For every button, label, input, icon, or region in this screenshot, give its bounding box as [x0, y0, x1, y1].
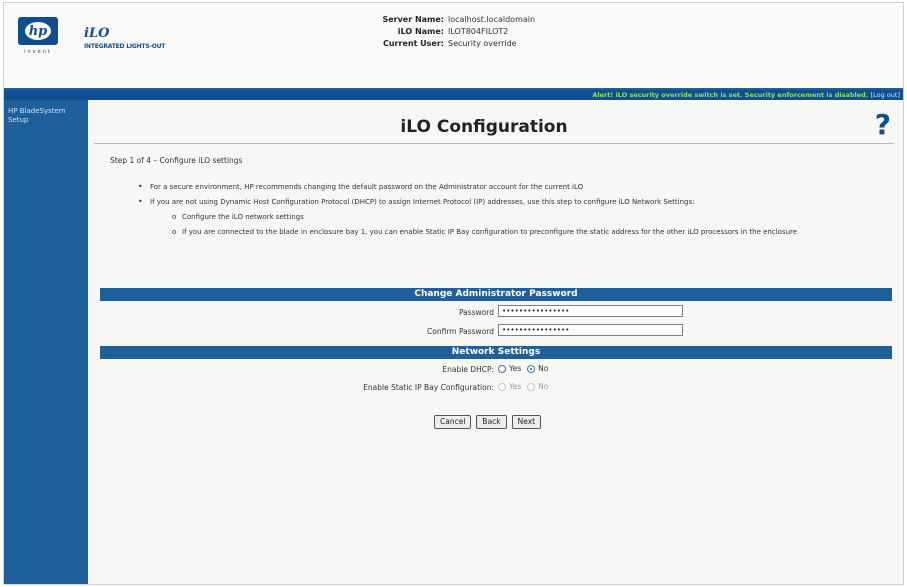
header: hp invent iLO INTEGRATED LIGHTS-OUT Serv…: [4, 3, 903, 91]
wizard-buttons: Cancel Back Next: [434, 415, 542, 429]
circle-bullet-icon: o: [172, 213, 177, 221]
server-name-label: Server Name:: [382, 15, 444, 24]
dhcp-label: Enable DHCP:: [442, 365, 494, 374]
main-content: iLO Configuration ? Step 1 of 4 – Config…: [94, 100, 903, 584]
hp-logo: hp: [18, 17, 58, 45]
instruction-text: If you are connected to the blade in enc…: [182, 228, 798, 236]
current-user-label: Current User:: [382, 39, 444, 48]
ilo-name-value: ILOT804FILOT2: [448, 27, 509, 36]
list-item: • If you are not using Dynamic Host Conf…: [138, 197, 878, 207]
circle-bullet-icon: o: [172, 228, 177, 236]
cancel-button[interactable]: Cancel: [434, 415, 472, 429]
instruction-text: Configure the iLO network settings: [182, 213, 304, 221]
sidebar-item-bladesystem-setup[interactable]: HP BladeSystem Setup: [8, 107, 84, 125]
title-divider: [94, 143, 894, 144]
ilo-logo: iLO: [84, 26, 110, 41]
password-input[interactable]: ••••••••••••••••: [498, 305, 683, 317]
static-ip-yes-label: Yes: [509, 382, 522, 391]
list-item: o Configure the iLO network settings: [172, 212, 878, 222]
current-user-value: Security override: [448, 39, 517, 48]
server-info: Server Name: localhost.localdomain iLO N…: [334, 14, 535, 50]
instruction-text: For a secure environment, HP recommends …: [150, 183, 584, 191]
next-button[interactable]: Next: [511, 415, 542, 429]
dhcp-no-radio[interactable]: [527, 364, 536, 373]
dhcp-yes-radio[interactable]: [498, 364, 506, 373]
static-ip-label: Enable Static IP Bay Configuration:: [363, 383, 494, 392]
list-item: o If you are connected to the blade in e…: [172, 227, 878, 237]
password-label: Password: [458, 308, 494, 317]
hp-tagline: invent: [24, 49, 52, 55]
hp-logo-text: hp: [25, 22, 51, 40]
ilo-logo-subtitle: INTEGRATED LIGHTS-OUT: [84, 43, 166, 50]
dhcp-radio-group: Yes No: [498, 362, 548, 373]
instructions-list: • For a secure environment, HP recommend…: [138, 182, 878, 242]
static-ip-radio-group: Yes No: [498, 380, 548, 391]
ilo-name-label: iLO Name:: [397, 27, 444, 36]
help-icon[interactable]: ?: [875, 108, 891, 141]
static-ip-yes-radio[interactable]: [498, 382, 506, 391]
confirm-password-label: Confirm Password: [427, 327, 494, 336]
back-button[interactable]: Back: [476, 415, 507, 429]
static-ip-no-label: No: [538, 382, 549, 391]
browser-frame: hp invent iLO INTEGRATED LIGHTS-OUT Serv…: [3, 2, 904, 585]
dhcp-yes-label: Yes: [509, 364, 522, 373]
page-title: iLO Configuration: [400, 117, 568, 137]
confirm-password-row: Confirm Password ••••••••••••••••: [100, 324, 892, 340]
bullet-icon: •: [138, 197, 143, 206]
bullet-icon: •: [138, 182, 143, 191]
static-ip-row: Enable Static IP Bay Configuration: Yes …: [100, 380, 892, 396]
step-label: Step 1 of 4 – Configure iLO settings: [110, 156, 243, 165]
password-row: Password ••••••••••••••••: [100, 305, 892, 321]
dhcp-row: Enable DHCP: Yes No: [100, 362, 892, 378]
network-section-header: Network Settings: [100, 346, 892, 359]
security-alert-text: Alert! iLO security override switch is s…: [592, 91, 869, 99]
instruction-text: If you are not using Dynamic Host Config…: [150, 198, 695, 206]
logout-link[interactable]: [Log out]: [871, 91, 900, 99]
server-name-value: localhost.localdomain: [448, 15, 536, 24]
sidebar: HP BladeSystem Setup: [4, 100, 88, 584]
confirm-password-input[interactable]: ••••••••••••••••: [498, 324, 683, 336]
dhcp-no-label: No: [538, 364, 549, 373]
list-item: • For a secure environment, HP recommend…: [138, 182, 878, 192]
logout-link-label: Log out: [873, 91, 898, 99]
static-ip-no-radio[interactable]: [527, 382, 536, 391]
password-section-header: Change Administrator Password: [100, 288, 892, 301]
security-alert-bar: Alert! iLO security override switch is s…: [4, 90, 903, 100]
